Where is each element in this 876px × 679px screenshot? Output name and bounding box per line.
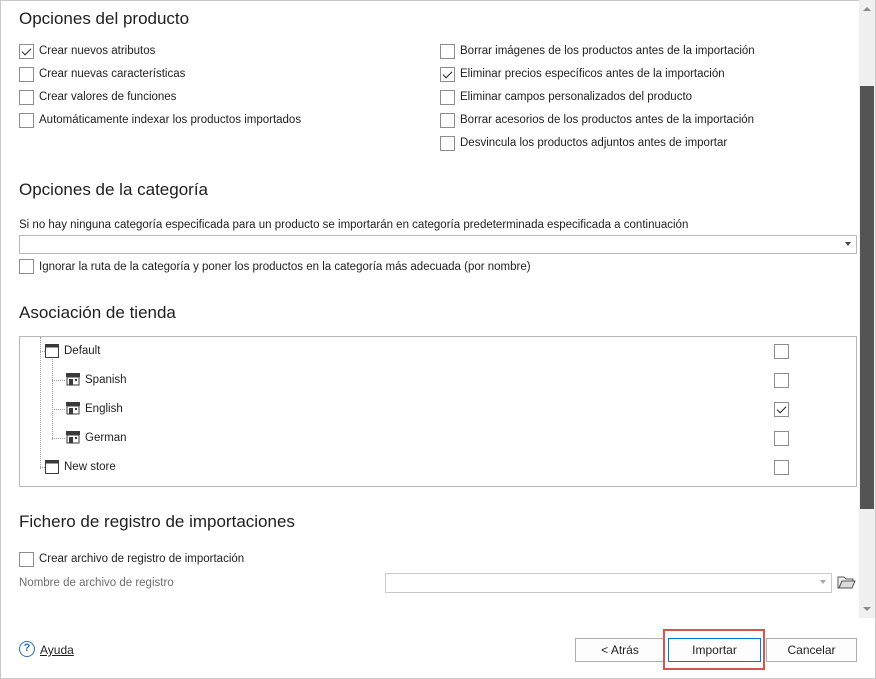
tree-row-new-store[interactable]: New store [20, 453, 856, 482]
tree-row-label: German [85, 432, 127, 444]
checkbox-label: Automáticamente indexar los productos im… [39, 114, 302, 126]
checkbox-indexar-productos[interactable] [19, 113, 34, 128]
default-category-dropdown[interactable] [19, 235, 857, 254]
tree-row-default[interactable]: Default [20, 337, 856, 366]
checkbox-label: Eliminar precios específicos antes de la… [460, 68, 725, 80]
window-icon [45, 344, 59, 358]
store-checkbox-english[interactable] [774, 402, 789, 417]
chevron-down-icon [820, 580, 826, 584]
store-checkbox-german[interactable] [774, 431, 789, 446]
help-label: Ayuda [40, 643, 74, 657]
help-icon: ? [19, 641, 35, 657]
back-button[interactable]: < Atrás [575, 638, 665, 662]
product-options-title: Opciones del producto [19, 9, 190, 28]
checkbox-label: Borrar imágenes de los productos antes d… [460, 45, 755, 57]
tree-row-label: Default [64, 345, 101, 357]
vertical-scrollbar[interactable] [859, 0, 875, 618]
log-file-label: Nombre de archivo de registro [19, 577, 174, 589]
checkbox-eliminar-precios[interactable] [440, 67, 455, 82]
checkbox-crear-registro[interactable] [19, 552, 34, 567]
checkbox-label: Eliminar campos personalizados del produ… [460, 91, 693, 103]
tree-row-english[interactable]: English [20, 395, 856, 424]
store-tree: Default Spanish English German New store [19, 336, 857, 487]
import-button[interactable]: Importar [668, 638, 761, 662]
scroll-up-icon[interactable] [863, 7, 871, 11]
checkbox-borrar-acesorios[interactable] [440, 113, 455, 128]
cancel-button[interactable]: Cancelar [766, 638, 857, 662]
window-icon [45, 460, 59, 474]
store-checkbox-default[interactable] [774, 344, 789, 359]
checkbox-crear-valores-funciones[interactable] [19, 90, 34, 105]
scroll-content: Opciones del producto Crear nuevos atrib… [0, 0, 859, 618]
store-association-title: Asociación de tienda [19, 303, 176, 322]
checkbox-borrar-imagenes[interactable] [440, 44, 455, 59]
scroll-thumb[interactable] [860, 86, 874, 509]
store-icon [66, 373, 80, 386]
checkbox-eliminar-campos[interactable] [440, 90, 455, 105]
import-log-title: Fichero de registro de importaciones [19, 512, 295, 531]
checkbox-desvincula-adjuntos[interactable] [440, 136, 455, 151]
store-icon [66, 431, 80, 444]
checkbox-label: Borrar acesorios de los productos antes … [460, 114, 755, 126]
checkbox-ignorar-ruta[interactable] [19, 259, 34, 274]
chevron-down-icon [845, 242, 851, 246]
tree-row-label: New store [64, 461, 116, 473]
checkbox-label: Ignorar la ruta de la categoría y poner … [39, 261, 531, 273]
folder-open-icon[interactable] [836, 573, 856, 592]
checkbox-label: Crear valores de funciones [39, 91, 177, 103]
log-file-dropdown[interactable] [385, 573, 832, 593]
category-options-title: Opciones de la categoría [19, 180, 209, 199]
category-description: Si no hay ninguna categoría especificada… [19, 219, 689, 231]
tree-row-spanish[interactable]: Spanish [20, 366, 856, 395]
checkbox-crear-nuevos-atributos[interactable] [19, 44, 34, 59]
checkbox-label: Crear nuevos atributos [39, 45, 156, 57]
store-checkbox-new-store[interactable] [774, 460, 789, 475]
store-checkbox-spanish[interactable] [774, 373, 789, 388]
checkbox-crear-nuevas-caracteristicas[interactable] [19, 67, 34, 82]
tree-row-label: Spanish [85, 374, 127, 386]
checkbox-label: Crear archivo de registro de importación [39, 553, 245, 565]
store-icon [66, 402, 80, 415]
tree-row-label: English [85, 403, 123, 415]
tree-row-german[interactable]: German [20, 424, 856, 453]
checkbox-label: Crear nuevas características [39, 68, 186, 80]
checkbox-label: Desvincula los productos adjuntos antes … [460, 137, 728, 149]
scroll-down-icon[interactable] [863, 607, 871, 611]
